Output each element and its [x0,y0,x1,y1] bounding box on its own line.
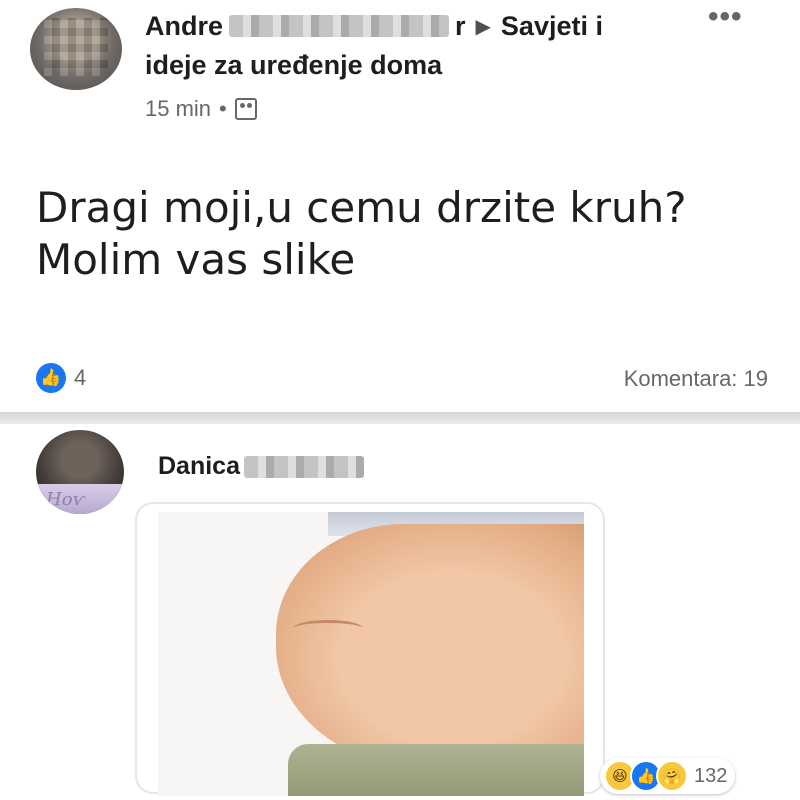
author-name-suffix[interactable]: r [455,11,466,42]
post-text-line: Molim vas slike [36,235,356,284]
more-options-icon[interactable]: ••• [708,0,743,34]
avatar-logo-text: Ноѵ [46,489,85,510]
arrow-right-icon: ▶ [475,15,491,38]
reactions-count: 132 [694,764,728,787]
post-header: Andre r ▶ Savjeti i [145,8,603,44]
photo-belly [276,524,584,769]
comment-reactions[interactable]: 😆 👍 🤗 132 [600,758,736,794]
comment: Ноѵ Danica 😆 👍 🤗 132 [0,424,800,800]
likes-count: 4 [74,365,87,390]
group-name[interactable]: Savjeti i [501,11,603,42]
post-text-line: Dragi moji,u cemu drzite kruh? [36,183,687,232]
commenter-name[interactable]: Danica [158,452,240,481]
avatar-pixelation [44,18,108,76]
redacted-name [243,455,364,478]
commenter-name-row: Danica [158,452,364,481]
commenter-avatar[interactable]: Ноѵ [36,430,124,514]
author-avatar[interactable] [30,8,122,90]
meta-separator: • [219,96,227,121]
photo-fold [293,620,363,637]
redacted-name [229,15,450,37]
post-card: Andre r ▶ Savjeti i ideje za uređenje do… [0,0,800,412]
post-meta: 15 min • [145,96,257,122]
post-reactions[interactable]: 👍 4 [36,363,86,393]
post-time[interactable]: 15 min [145,96,211,122]
group-icon [234,98,257,120]
like-icon: 👍 [36,363,66,393]
comments-count[interactable]: Komentara: 19 [624,366,768,392]
comment-photo[interactable] [158,512,584,796]
author-name[interactable]: Andre [145,11,223,42]
post-body: Dragi moji,u cemu drzite kruh? Molim vas… [36,182,776,286]
photo-pants [288,744,584,796]
section-divider [0,412,800,424]
group-name-continued[interactable]: ideje za uređenje doma [145,50,442,81]
care-icon: 🤗 [656,760,688,792]
